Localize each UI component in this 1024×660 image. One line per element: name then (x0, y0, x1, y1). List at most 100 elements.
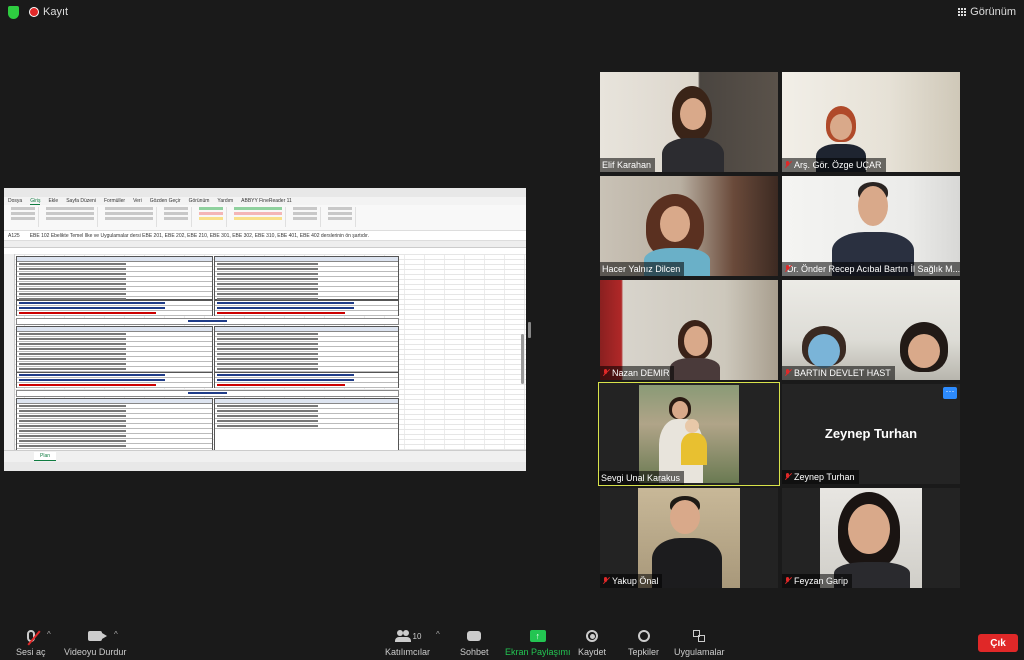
unmute-label: Sesi aç (16, 647, 46, 657)
share-screen-button[interactable]: ↑ Ekran Paylaşımı (505, 628, 571, 657)
chat-button[interactable]: Sohbet (460, 628, 489, 657)
participant-tile[interactable]: Elif Karahan (600, 72, 778, 172)
excel-ribbon (4, 205, 526, 231)
participants-button[interactable]: 10 Katılımcılar (385, 628, 430, 657)
participant-tile[interactable]: Arş. Gör. Özge UÇAR (782, 72, 960, 172)
table-block (214, 398, 399, 450)
participant-name-label: Yakup Önal (600, 574, 663, 588)
section-title (16, 390, 399, 397)
security-shield-icon[interactable] (8, 6, 19, 19)
record-button[interactable]: Kaydet (578, 628, 606, 657)
participant-name-label: Elif Karahan (600, 158, 656, 172)
shared-screen[interactable]: Dosya Giriş Ekle Sayfa Düzeni Formüller … (4, 188, 526, 471)
table-block (214, 300, 399, 316)
participant-video (820, 488, 922, 588)
audio-options-chevron-icon[interactable]: ^ (47, 630, 51, 639)
participant-video (639, 385, 739, 483)
excel-sheet (4, 254, 526, 450)
leave-meeting-button[interactable]: Çık (978, 634, 1018, 652)
participants-count: 10 (412, 631, 422, 641)
table-block (214, 256, 399, 302)
participant-name-label: Nazan DEMIR (600, 366, 674, 380)
menu-item: Veri (133, 198, 142, 204)
participant-tile[interactable]: Feyzan Garip (782, 488, 960, 588)
top-bar: Kayıt Görünüm (0, 0, 1024, 26)
excel-column-headers (4, 241, 526, 248)
menu-item: Sayfa Düzeni (66, 198, 96, 204)
reactions-button[interactable]: Tepkiler (628, 628, 659, 657)
participant-name-label: Hacer Yalnız Dilcen (600, 262, 685, 276)
menu-item: Gözden Geçir (149, 198, 181, 204)
record-label: Kaydet (578, 647, 607, 657)
table-block (214, 326, 399, 372)
table-block (16, 398, 213, 450)
participant-tile[interactable]: Dr. Önder Recep Acıbal Bartın İl Sağlık … (782, 176, 960, 276)
menu-item: ABBYY FineReader 11 (241, 198, 292, 204)
video-camera-icon (88, 631, 108, 641)
participant-name-label: Feyzan Garip (782, 574, 853, 588)
muted-mic-icon (784, 161, 791, 169)
participant-name-label: BARTIN DEVLET HAST (782, 366, 895, 380)
participant-name-label: Dr. Önder Recep Acıbal Bartın İl Sağlık … (782, 262, 960, 276)
chat-label: Sohbet (460, 647, 489, 657)
reactions-label: Tepkiler (628, 647, 660, 657)
table-block (16, 372, 213, 388)
excel-formula-bar: A125 EBE 102 Ebelikte Temel Ilke ve Uygu… (4, 231, 526, 241)
name-box: A125 (8, 232, 20, 239)
record-icon (586, 630, 599, 642)
participant-name-label: Zeynep Turhan (782, 470, 859, 484)
table-block (16, 300, 213, 316)
participant-tile[interactable]: Zeynep Turhan ··· Zeynep Turhan (782, 384, 960, 484)
view-label: Görünüm (970, 6, 1016, 18)
menu-item: Dosya (8, 198, 23, 204)
table-block (214, 372, 399, 388)
apps-button[interactable]: Uygulamalar (674, 628, 725, 657)
participant-tile[interactable]: BARTIN DEVLET HAST (782, 280, 960, 380)
more-options-button[interactable]: ··· (943, 387, 957, 399)
formula-text: EBE 102 Ebelikte Temel Ilke ve Uygulamal… (29, 232, 369, 239)
sheet-tab[interactable]: Plan (34, 452, 57, 461)
menu-item-active: Giriş (30, 197, 41, 205)
table-block (16, 326, 213, 372)
participant-video (638, 488, 740, 588)
apps-label: Uygulamalar (674, 647, 725, 657)
participant-tile[interactable]: Hacer Yalnız Dilcen (600, 176, 778, 276)
grid-view-icon (957, 8, 966, 17)
menu-item: Ekle (48, 198, 59, 204)
participants-label: Katılımcılar (385, 647, 431, 657)
recording-label: Kayıt (43, 6, 69, 18)
sheet-scrollbar[interactable] (521, 334, 524, 384)
participant-tile-active-speaker[interactable]: Sevgi Unal Karakus (598, 382, 780, 486)
reaction-smiley-icon (637, 630, 650, 642)
participant-name-label: Arş. Gör. Özge UÇAR (782, 158, 886, 172)
menu-item: Görünüm (188, 198, 210, 204)
section-title (16, 318, 399, 325)
split-view-handle[interactable] (528, 322, 531, 338)
muted-mic-icon (784, 577, 791, 585)
muted-mic-icon (602, 369, 609, 377)
participant-name-label: Sevgi Unal Karakus (599, 471, 685, 485)
participants-options-chevron-icon[interactable]: ^ (436, 630, 440, 639)
muted-mic-icon (784, 473, 791, 481)
view-button[interactable]: Görünüm (957, 6, 1016, 18)
share-screen-icon: ↑ (529, 630, 546, 642)
sheet-tabs: Plan (4, 450, 526, 462)
recording-icon (29, 7, 39, 17)
excel-status-bar (4, 462, 526, 471)
menu-item: Formüller (103, 198, 126, 204)
excel-row-headers (4, 254, 15, 450)
participant-tile[interactable]: Nazan DEMIR (600, 280, 778, 380)
participants-icon (394, 630, 411, 642)
excel-menu-bar: Dosya Giriş Ekle Sayfa Düzeni Formüller … (4, 197, 526, 205)
video-options-chevron-icon[interactable]: ^ (114, 630, 118, 639)
unmute-button[interactable]: Sesi aç (16, 628, 46, 657)
apps-icon (693, 630, 706, 642)
excel-title-bar (4, 188, 526, 197)
table-block (16, 256, 213, 302)
chat-bubble-icon (467, 631, 482, 641)
muted-mic-icon (784, 369, 791, 377)
share-screen-label: Ekran Paylaşımı (505, 647, 571, 657)
participant-display-name: Zeynep Turhan (824, 426, 918, 441)
muted-mic-icon (602, 577, 609, 585)
participant-tile[interactable]: Yakup Önal (600, 488, 778, 588)
